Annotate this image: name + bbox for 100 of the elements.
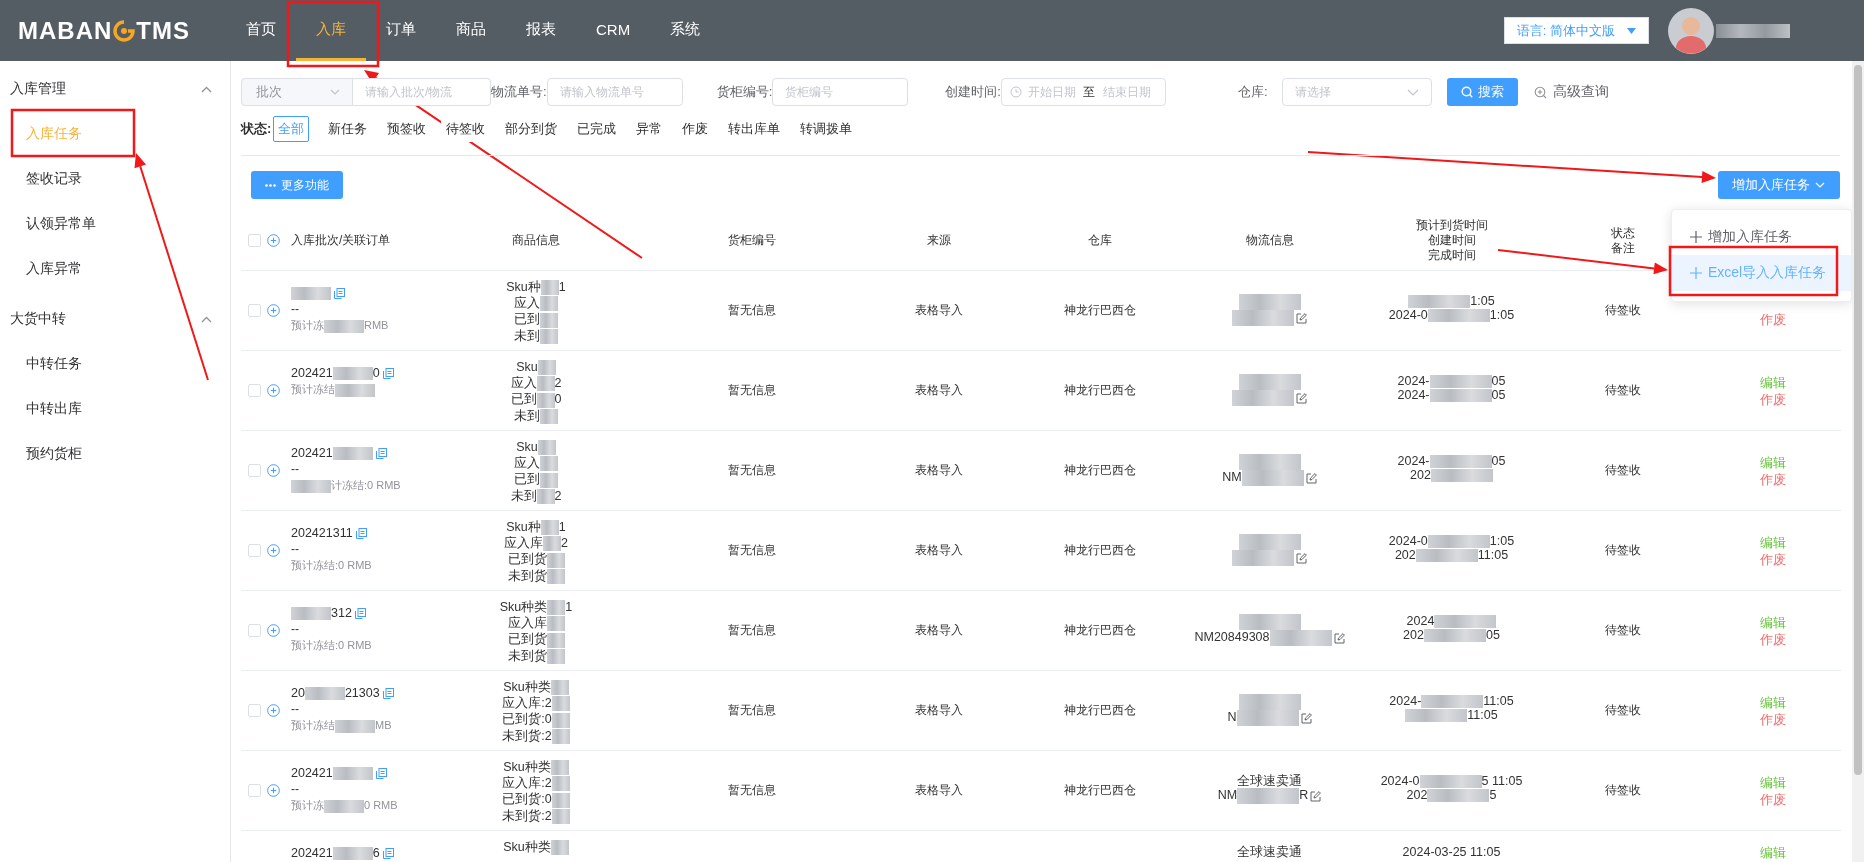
container-text: 暂无信息 [726,302,777,319]
menu-item[interactable]: 增加入库任务 [1672,219,1851,255]
status-text: 待签收 [1604,462,1642,479]
copy-icon[interactable] [382,687,394,699]
expand-icon[interactable] [267,234,280,247]
warehouse-text: 神龙行巴西仓 [1063,462,1137,479]
logo-text: MABAN [18,16,113,45]
logistics-line: N [1227,710,1299,726]
edit-icon[interactable] [1296,312,1307,324]
logistics-line: NM [1222,470,1304,486]
chevron-icon [201,315,212,323]
status-text: 待签收 [1604,542,1642,559]
nav-tab[interactable]: 商品 [436,0,506,61]
time-line: 202 5 [1406,788,1497,803]
sidebar-item[interactable]: 中转出库 [0,386,230,431]
sidebar-item[interactable]: 预约货柜 [0,431,230,476]
checkbox[interactable] [248,704,261,717]
nav-tab[interactable]: 系统 [650,0,721,61]
goods-info-line: 未到 [514,327,558,344]
avatar[interactable] [1668,7,1714,54]
source-text: 表格导入 [914,622,964,639]
goods-info-line: 已到货 [507,551,565,568]
logistics-line: 全球速卖通 [1237,845,1302,859]
checkbox[interactable] [248,464,261,477]
nav-tab[interactable]: 入库 [296,0,366,61]
scrollbar[interactable] [1854,65,1862,775]
expand-icon[interactable] [267,464,280,477]
dots-icon [265,183,276,187]
freeze-amount: 预计冻结 MB [291,718,392,733]
goods-info-line: Sku [516,439,556,456]
source-text: 表格导入 [914,382,964,399]
copy-icon[interactable] [334,287,345,299]
copy-icon[interactable] [354,607,366,619]
expand-icon[interactable] [267,544,280,557]
edit-icon[interactable] [1296,552,1307,564]
search-icon [1460,86,1473,98]
date-range-field[interactable]: 开始日期 至 结束日期 [1000,78,1166,106]
sidebar-item[interactable]: 认领异常单 [0,201,230,246]
warehouse-text: 神龙行巴西仓 [1063,782,1137,799]
goods-info-line: Sku [516,359,556,376]
edit-icon[interactable] [1300,712,1312,724]
order-text: -- [291,461,299,477]
checkbox[interactable] [248,234,261,247]
expand-icon[interactable] [267,624,280,637]
time-line: 2024-0 1:05 [1388,308,1515,323]
warehouse-text: 神龙行巴西仓 [1063,542,1137,559]
goods-info-line: Sku种类 [503,759,569,776]
edit-icon[interactable] [1310,790,1322,802]
goods-info-line: 应入 [514,295,558,312]
expand-icon[interactable] [267,704,280,717]
copy-icon[interactable] [355,527,367,539]
zoom-in-icon [1533,85,1547,99]
batch-input[interactable]: 请输入批次/物流 [353,78,491,106]
column-header: 货柜编号 [727,233,776,248]
warehouse-text: 神龙行巴西仓 [1063,622,1137,639]
checkbox[interactable] [248,784,261,797]
freeze-amount: 预计冻 0 RMB [291,798,398,813]
goods-info-line: 已到货:0 [502,711,570,728]
source-text: 表格导入 [914,702,964,719]
advanced-search-link[interactable]: 高级查询 [1527,82,1615,102]
nav-tab[interactable]: CRM [576,0,651,61]
column-header: 预计到货时间 创建时间 完成时间 [1415,218,1488,263]
sidebar-item[interactable]: 签收记录 [0,156,230,201]
input-field[interactable]: 请输入物流单号 [546,78,683,106]
container-text: 暂无信息 [726,702,777,719]
edit-icon[interactable] [1296,392,1307,404]
column-header: 入库批次/关联订单 [291,233,391,248]
nav-tab[interactable]: 首页 [226,0,296,61]
source-text: 表格导入 [914,782,964,799]
edit-icon[interactable] [1305,472,1317,484]
logistics-line: NM20849308 [1194,630,1332,646]
copy-icon[interactable] [375,447,387,459]
sidebar-item[interactable]: 入库异常 [0,246,230,291]
checkbox[interactable] [248,384,261,397]
status-text: 待签收 [1604,622,1642,639]
expand-icon[interactable] [267,384,280,397]
goods-info-line: 已到 [514,311,558,328]
copy-icon[interactable] [382,367,394,379]
time-line: 2024-03-25 11:05 [1402,845,1501,859]
checkbox[interactable] [248,304,261,317]
field-label: 仓库: [1237,83,1268,101]
menu-group[interactable]: 大货中转 [0,297,230,341]
copy-icon[interactable] [382,847,394,859]
edit-icon[interactable] [1333,632,1345,644]
sidebar-item[interactable]: 中转任务 [0,341,230,386]
order-text: -- [291,621,299,637]
batch-number: 312 [291,605,352,621]
expand-icon[interactable] [267,784,280,797]
time-line: 1:05 [1408,294,1495,309]
menu-group[interactable]: 入库管理 [0,67,230,111]
checkbox[interactable] [248,624,261,637]
nav-tab[interactable]: 报表 [506,0,576,61]
column-header: 来源 [927,233,951,248]
time-line: 2024 [1406,614,1497,629]
checkbox[interactable] [248,544,261,557]
copy-icon[interactable] [375,767,387,779]
logo-icon [113,19,136,42]
expand-icon[interactable] [267,304,280,317]
goods-info-line: 应入 [514,455,558,472]
nav-tab[interactable]: 订单 [366,0,436,61]
